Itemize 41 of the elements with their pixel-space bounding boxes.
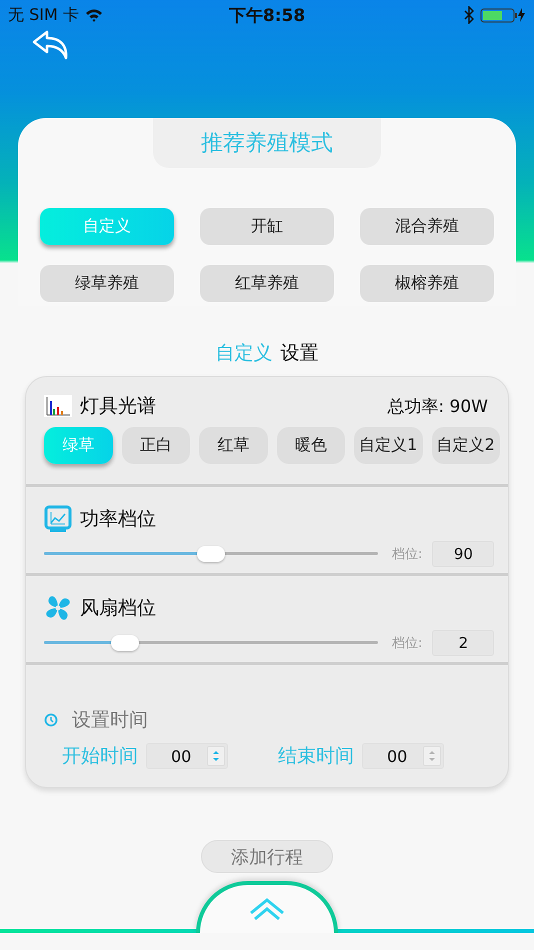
fan-icon (44, 594, 72, 622)
spectrum-chart-icon (44, 395, 72, 417)
preset-button[interactable]: 正白 (122, 427, 190, 464)
slider-track[interactable] (44, 635, 378, 651)
bluetooth-icon (464, 6, 474, 24)
carrier-text: 无 SIM 卡 (8, 4, 79, 26)
time-label: 开始时间 (62, 744, 138, 769)
slider-title: 功率档位 (80, 507, 156, 532)
add-schedule-button[interactable]: 添加行程 (201, 840, 333, 873)
heading-text: 设置 (280, 342, 318, 364)
preset-button[interactable]: 暖色 (276, 427, 345, 464)
mode-button[interactable]: 混合养殖 (360, 208, 494, 245)
stepper-arrows[interactable] (207, 746, 225, 766)
preset-button[interactable]: 自定义2 (432, 427, 500, 464)
mode-button[interactable]: 椒榕养殖 (360, 265, 494, 302)
slider-title: 风扇档位 (80, 596, 156, 621)
total-power: 总功率: 90W (387, 396, 488, 418)
mode-button[interactable]: 绿草养殖 (40, 265, 174, 302)
slider-thumb[interactable] (197, 546, 225, 562)
mode-name: 自定义 (216, 342, 272, 364)
battery-icon (480, 7, 526, 23)
slider-thumb[interactable] (111, 635, 140, 651)
preset-button[interactable]: 自定义1 (354, 427, 422, 464)
slider-track[interactable] (44, 546, 378, 562)
section-title: 推荐养殖模式 (153, 118, 381, 168)
level-value-field[interactable]: 90 (432, 541, 494, 567)
chevron-up-icon (247, 897, 287, 921)
schedule-title: 设置时间 (72, 708, 148, 733)
wifi-icon (84, 8, 103, 22)
status-time: 下午8:58 (228, 4, 306, 26)
level-label: 档位: (392, 635, 422, 652)
spectrum-title: 灯具光谱 (80, 394, 156, 419)
level-label: 档位: (392, 546, 422, 563)
chart-icon (44, 505, 72, 533)
level-value-field[interactable]: 2 (432, 630, 494, 656)
time-stepper[interactable]: 00 (146, 743, 228, 769)
preset-button[interactable]: 红草 (199, 427, 268, 464)
mode-button[interactable]: 开缸 (200, 208, 334, 245)
time-label: 结束时间 (278, 744, 354, 769)
clock-icon (44, 713, 58, 727)
mode-button[interactable]: 红草养殖 (200, 265, 334, 302)
